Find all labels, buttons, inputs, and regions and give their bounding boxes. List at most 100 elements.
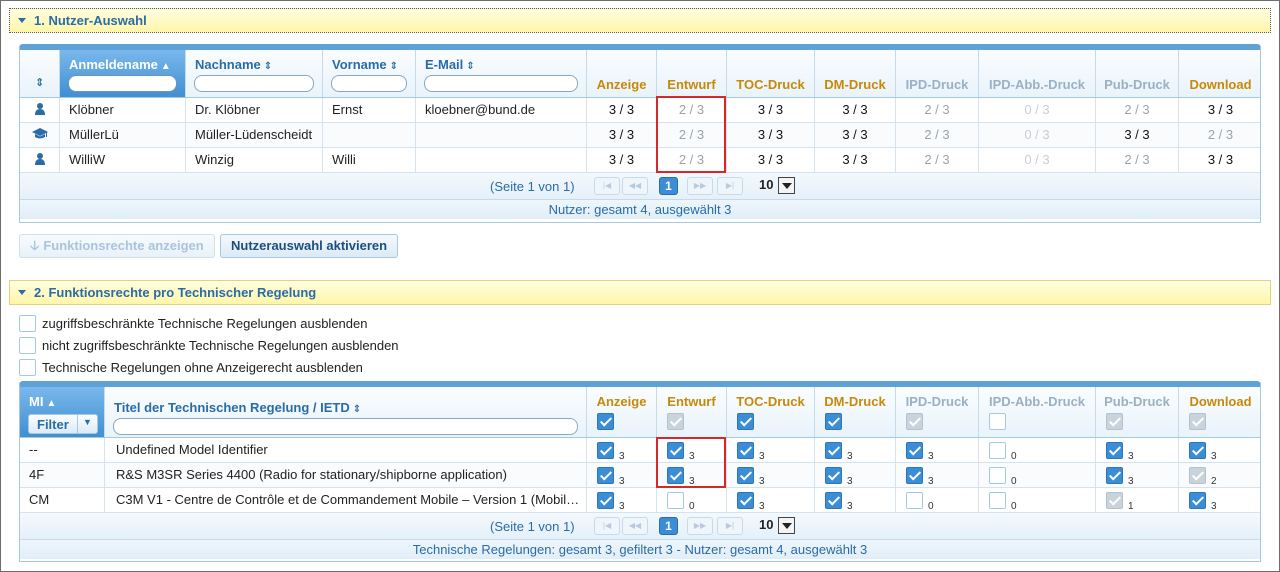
column-header-login[interactable]: Anmeldename ▲ [60,50,186,97]
current-page-button[interactable]: 1 [659,517,678,535]
toc-checkbox[interactable] [737,442,754,459]
option-checkbox[interactable] [19,359,36,377]
select-all-dm-checkbox[interactable] [825,413,842,430]
anzeige-checkbox[interactable] [597,467,614,484]
cell-toc: 3 [727,463,815,487]
page-size-select[interactable]: 10 [757,177,795,195]
download-checkbox[interactable] [1189,492,1206,509]
table-row[interactable]: WilliW Winzig Willi 3 / 32 / 33 / 33 / 32 /… [20,148,1260,173]
pub-checkbox[interactable] [1106,442,1123,459]
select-all-toc-checkbox[interactable] [737,413,754,430]
ipd-checkbox[interactable] [906,442,923,459]
firstname-filter-input[interactable] [331,75,407,92]
option-hide-no-display-right[interactable]: Technische Regelungen ohne Anzeigerecht … [19,359,363,377]
cell-toc: 3 / 3 [727,123,815,147]
activate-selection-button[interactable]: Nutzerauswahl aktivieren [220,234,399,258]
dm-checkbox[interactable] [825,442,842,459]
count-label: 3 [759,476,765,487]
prev-page-button[interactable]: ◀◀ [622,177,648,195]
select-all-column-header[interactable]: ⇕ [20,50,60,97]
select-all-pub-checkbox[interactable] [1106,413,1123,430]
dm-checkbox[interactable] [825,492,842,509]
download-checkbox[interactable] [1189,442,1206,459]
lastname-filter-input[interactable] [194,75,314,92]
column-label-login: Anmeldename [69,57,158,72]
column-header-firstname[interactable]: Vorname ⇕ [323,50,416,97]
sort-asc-icon: ▲ [46,398,57,409]
page-size-value: 10 [759,517,774,532]
page-size-select[interactable]: 10 [757,517,795,535]
option-hide-unrestricted[interactable]: nicht zugriffsbeschränkte Technische Reg… [19,337,399,355]
cell-pub: 1 [1096,488,1179,512]
last-page-button[interactable]: ▶| [717,517,743,535]
login-filter-input[interactable] [68,75,177,92]
current-page-button[interactable]: 1 [659,177,678,195]
ipd-checkbox[interactable] [906,467,923,484]
pub-checkbox[interactable] [1106,467,1123,484]
option-hide-restricted[interactable]: zugriffsbeschränkte Technische Regelunge… [19,315,367,333]
ipdabb-checkbox[interactable] [989,467,1006,484]
cell-pub: 3 [1096,463,1179,487]
column-header-lastname[interactable]: Nachname ⇕ [186,50,323,97]
select-all-download-checkbox[interactable] [1189,413,1206,430]
count-label: 3 [619,501,625,512]
entwurf-checkbox[interactable] [667,492,684,509]
next-page-button[interactable]: ▶▶ [687,517,713,535]
ipdabb-checkbox[interactable] [989,442,1006,459]
title-filter-input[interactable] [113,418,578,435]
table-row[interactable]: 4F R&S M3SR Series 4400 (Radio for statio… [20,463,1260,488]
cell-dm: 3 / 3 [815,148,896,172]
sort-both-icon: ⇕ [389,61,399,72]
page-info: (Seite 1 von 1) [490,179,575,194]
option-checkbox[interactable] [19,315,36,333]
table-row[interactable]: CM C3M V1 - Centre de Contrôle et de Comm… [20,488,1260,513]
cell-ipd: 0 [896,488,979,512]
users-pager: (Seite 1 von 1) |◀ ◀◀ 1 ▶▶ ▶| 10 [20,173,1260,200]
column-header-title[interactable]: Titel der Technischen Regelung / IETD ⇕ [105,387,587,437]
option-checkbox[interactable] [19,337,36,355]
first-page-button[interactable]: |◀ [594,177,620,195]
arrow-down-icon: 🡣 [30,238,40,253]
collapse-triangle-icon [18,290,26,296]
panel-header-rights[interactable]: 2. Funktionsrechte pro Technischer Regel… [9,280,1271,305]
users-grid: ⇕ Anmeldename ▲ Nachname ⇕ Vorname ⇕ E-Mail… [19,44,1261,223]
ipdabb-checkbox[interactable] [989,492,1006,509]
toc-checkbox[interactable] [737,492,754,509]
next-page-button[interactable]: ▶▶ [687,177,713,195]
select-all-ipd-checkbox[interactable] [906,413,923,430]
cell-ipdabb: 0 [979,488,1096,512]
cell-pub: 2 / 3 [1096,148,1179,172]
cell-download: 3 [1179,438,1262,462]
filter-button[interactable]: Filter ▼ [28,414,98,434]
page-info: (Seite 1 von 1) [490,519,575,534]
last-page-button[interactable]: ▶| [717,177,743,195]
table-row[interactable]: MüllerLü Müller-Lüdenscheidt 3 / 32 / 33 /… [20,123,1260,148]
dm-checkbox[interactable] [825,467,842,484]
select-all-entwurf-checkbox[interactable] [667,413,684,430]
sort-both-icon[interactable]: ⇕ [35,76,44,89]
show-rights-button[interactable]: 🡣 Funktionsrechte anzeigen [19,234,215,258]
table-row[interactable]: Klöbner Dr. Klöbner Ernst kloebner@bund.de 3… [20,98,1260,123]
cell-ipd: 2 / 3 [896,123,979,147]
email-filter-input[interactable] [424,75,578,92]
pub-checkbox[interactable] [1106,492,1123,509]
count-label: 3 [928,451,934,462]
select-all-ipdabb-checkbox[interactable] [989,413,1006,430]
first-page-button[interactable]: |◀ [594,517,620,535]
anzeige-checkbox[interactable] [597,492,614,509]
select-all-anzeige-checkbox[interactable] [597,413,614,430]
download-checkbox[interactable] [1189,467,1206,484]
panel-header-user-selection[interactable]: 1. Nutzer-Auswahl [9,8,1271,33]
anzeige-checkbox[interactable] [597,442,614,459]
toc-checkbox[interactable] [737,467,754,484]
column-header-mi[interactable]: MI ▲ Filter ▼ [20,387,105,437]
column-header-email[interactable]: E-Mail ⇕ [416,50,587,97]
cell-download: 3 / 3 [1207,102,1234,117]
ipd-checkbox[interactable] [906,492,923,509]
cell-firstname [323,123,416,147]
panel-title: 2. Funktionsrechte pro Technischer Regel… [34,285,317,300]
prev-page-button[interactable]: ◀◀ [622,517,648,535]
rules-footer: Technische Regelungen: gesamt 3, gefilte… [20,540,1260,559]
table-row[interactable]: -- Undefined Model Identifier 3 3 3 3 3 0 3 3 [20,438,1260,463]
column-label-mi: MI [29,394,44,409]
